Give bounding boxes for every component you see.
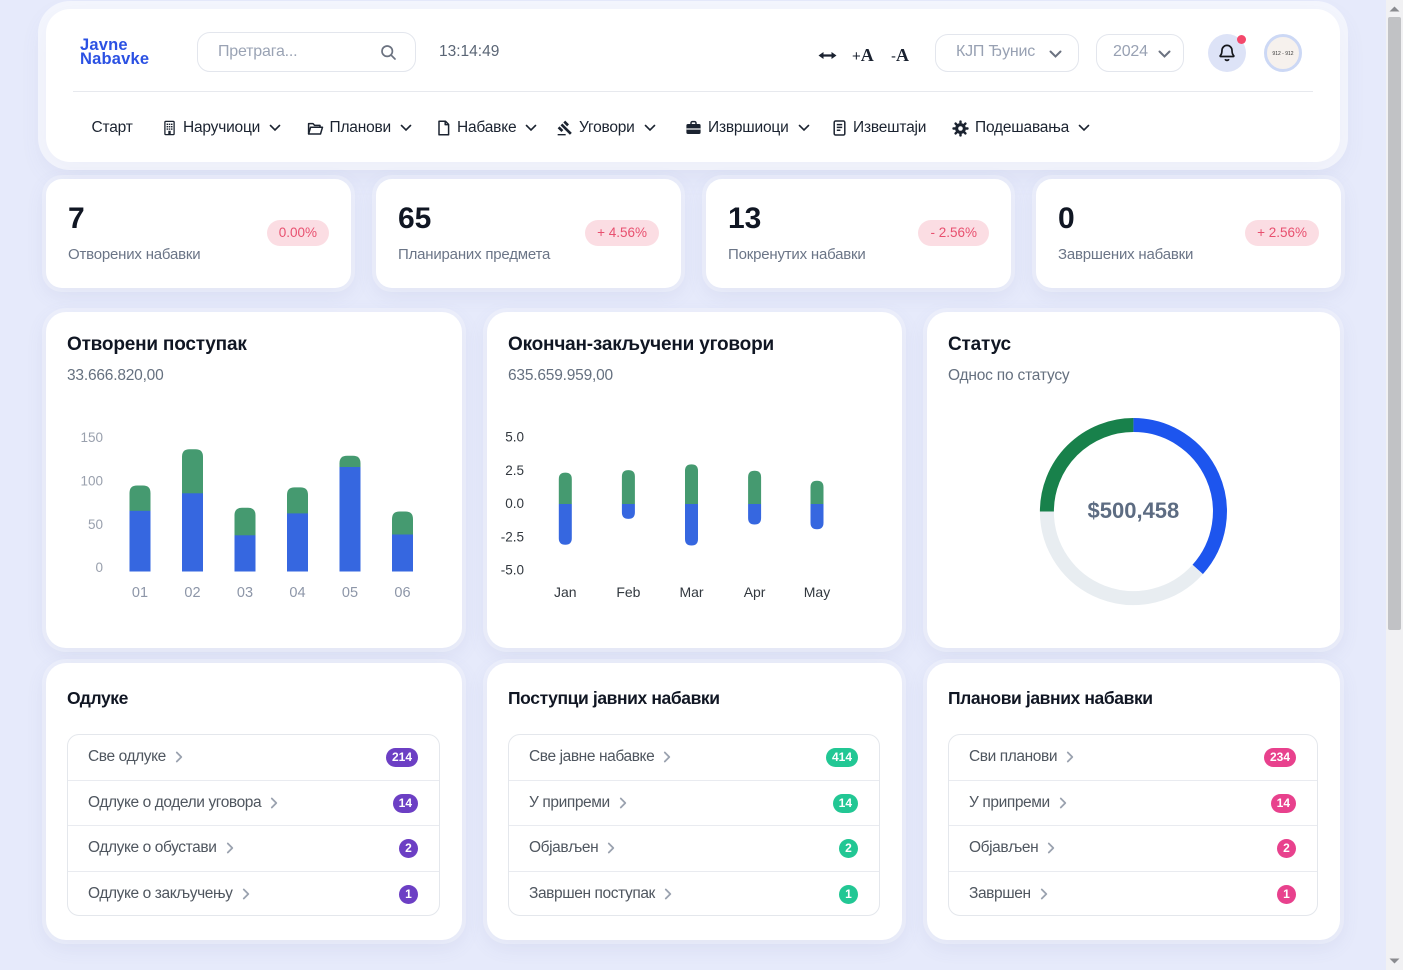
svg-text:$500,458: $500,458 [1088, 498, 1180, 523]
svg-text:05: 05 [342, 585, 358, 601]
svg-text:0.0: 0.0 [505, 496, 524, 511]
svg-text:50: 50 [88, 517, 103, 532]
svg-text:Apr: Apr [744, 584, 766, 600]
svg-text:06: 06 [394, 585, 410, 601]
svg-text:Feb: Feb [616, 584, 640, 600]
svg-text:May: May [804, 584, 830, 600]
svg-text:150: 150 [80, 430, 103, 445]
svg-text:04: 04 [289, 585, 305, 601]
svg-text:Mar: Mar [679, 584, 703, 600]
svg-text:02: 02 [184, 585, 200, 601]
svg-text:01: 01 [132, 585, 148, 601]
svg-text:100: 100 [80, 473, 103, 488]
svg-text:03: 03 [237, 585, 253, 601]
svg-text:2.5: 2.5 [505, 463, 524, 478]
svg-text:0: 0 [95, 560, 103, 575]
svg-text:-2.5: -2.5 [501, 529, 524, 544]
svg-text:-5.0: -5.0 [501, 563, 524, 578]
svg-text:Jan: Jan [554, 584, 577, 600]
svg-text:5.0: 5.0 [505, 430, 524, 445]
